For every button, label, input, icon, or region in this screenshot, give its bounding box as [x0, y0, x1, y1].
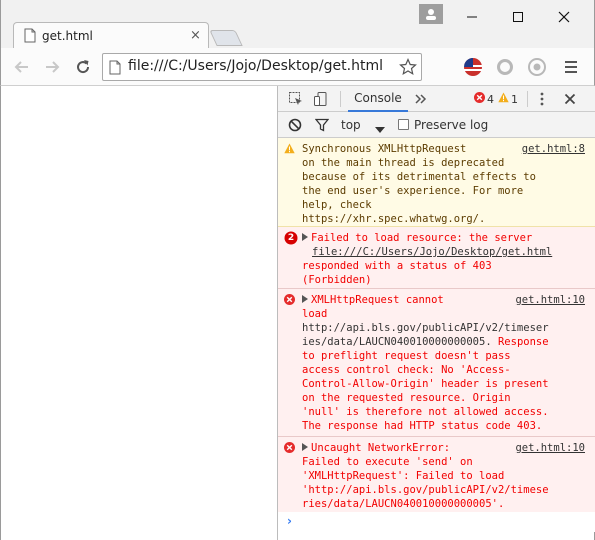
- close-devtools-icon[interactable]: [560, 89, 580, 109]
- warning-count-icon: [498, 92, 509, 106]
- warning-icon: [284, 143, 295, 158]
- error-repeat-badge: 2: [284, 231, 298, 249]
- reload-button[interactable]: [71, 55, 95, 79]
- web-page-content[interactable]: [0, 86, 277, 540]
- request-url-line[interactable]: ies/data/LAUCN040010000000005.: [302, 336, 492, 348]
- expand-triangle-icon[interactable]: [302, 443, 308, 451]
- console-error-message[interactable]: get.html:10 XMLHttpRequest cannot load h…: [278, 289, 595, 437]
- request-url-line[interactable]: http://api.bls.gov/publicAPI/v2/timeser: [302, 321, 589, 335]
- message-line: (Forbidden): [302, 274, 372, 286]
- chrome-menu-icon[interactable]: [560, 56, 582, 78]
- tab-title: get.html: [42, 29, 93, 43]
- expand-triangle-icon[interactable]: [302, 233, 308, 241]
- minimize-button[interactable]: [449, 0, 495, 34]
- tab-console[interactable]: Console: [348, 86, 408, 112]
- message-line: the end user's experience. For more: [302, 185, 524, 197]
- message-line: Response: [491, 336, 549, 348]
- message-line: Control-Allow-Origin' header is present: [302, 378, 549, 390]
- prompt-chevron-icon: ›: [287, 514, 292, 528]
- console-filter-bar: top Preserve log: [278, 112, 595, 138]
- forward-button[interactable]: [40, 55, 64, 79]
- message-line: because of its detrimental effects to: [302, 171, 536, 183]
- preserve-log-checkbox[interactable]: [398, 119, 409, 130]
- message-line: XMLHttpRequest cannot: [311, 294, 444, 306]
- message-line: 'null' is therefore not allowed access.: [302, 406, 549, 418]
- document-icon: [24, 28, 36, 46]
- message-line: Failed to load resource: the server: [311, 232, 533, 244]
- devtools-panel: Console 4 1 top Preserve log get.html:8 …: [277, 86, 595, 540]
- message-line: on the main thread is deprecated: [302, 157, 505, 169]
- extension-ring-icon[interactable]: [494, 56, 516, 78]
- resource-link[interactable]: file:///C:/Users/Jojo/Desktop/get.html: [312, 246, 552, 258]
- error-count-icon: [474, 92, 485, 106]
- console-prompt[interactable]: ›: [278, 512, 595, 532]
- browser-toolbar: file:///C:/Users/Jojo/Desktop/get.html: [0, 48, 595, 86]
- message-line: load: [302, 308, 328, 320]
- filter-icon[interactable]: [314, 118, 330, 135]
- inspect-element-icon[interactable]: [286, 89, 306, 109]
- error-icon: [284, 294, 295, 309]
- url-text: file:///C:/Users/Jojo/Desktop/get.html: [128, 58, 383, 74]
- error-icon: [284, 442, 295, 457]
- message-line: 'http://api.bls.gov/publicAPI/v2/timese: [302, 484, 549, 496]
- context-select[interactable]: top: [341, 118, 361, 132]
- source-link[interactable]: get.html:8: [522, 142, 585, 156]
- window-titlebar: get.html ×: [0, 0, 595, 49]
- toolbar-divider: [527, 91, 528, 107]
- source-link[interactable]: get.html:10: [515, 293, 585, 307]
- preserve-log-label: Preserve log: [414, 118, 489, 132]
- tab-close-icon[interactable]: ×: [190, 28, 201, 43]
- message-line: Failed to execute 'send' on: [302, 456, 473, 468]
- console-messages: get.html:8 Synchronous XMLHttpRequest on…: [278, 138, 595, 514]
- message-line: access control check: No 'Access-: [302, 364, 511, 376]
- console-warning-message[interactable]: get.html:8 Synchronous XMLHttpRequest on…: [278, 138, 595, 227]
- message-line: responded with a status of 403: [302, 260, 492, 272]
- message-line: https://xhr.spec.whatwg.org/.: [302, 213, 486, 225]
- console-error-message[interactable]: get.html:10 Uncaught NetworkError: Faile…: [278, 437, 595, 514]
- message-counts[interactable]: 4 1: [474, 92, 518, 106]
- console-error-message[interactable]: 2 Failed to load resource: the server fi…: [278, 227, 595, 289]
- expand-triangle-icon[interactable]: [302, 295, 308, 303]
- browser-tab[interactable]: get.html ×: [13, 22, 209, 49]
- clear-console-icon[interactable]: [288, 118, 302, 135]
- message-line: The response had HTTP status code 403.: [302, 420, 543, 432]
- message-line: ries/data/LAUCN040010000000005'.: [302, 498, 505, 510]
- error-count: 4: [487, 92, 494, 106]
- bookmark-star-icon[interactable]: [399, 58, 417, 79]
- source-link[interactable]: get.html:10: [515, 441, 585, 455]
- toolbar-divider: [340, 91, 341, 107]
- back-button[interactable]: [10, 55, 34, 79]
- address-bar[interactable]: file:///C:/Users/Jojo/Desktop/get.html: [102, 53, 422, 81]
- message-line: to preflight request doesn't pass: [302, 350, 511, 362]
- message-line: 'XMLHttpRequest': Failed to load: [302, 470, 505, 482]
- warning-count: 1: [511, 92, 518, 106]
- customize-menu-icon[interactable]: [532, 89, 552, 109]
- message-line: on the requested resource. Origin: [302, 392, 511, 404]
- extension-target-icon[interactable]: [526, 56, 548, 78]
- new-tab-button[interactable]: [209, 30, 243, 46]
- flag-extension-icon[interactable]: [462, 56, 484, 78]
- user-profile-icon[interactable]: [419, 4, 443, 24]
- message-line: Uncaught NetworkError:: [311, 442, 451, 454]
- devtools-tabbar: Console 4 1: [278, 86, 595, 112]
- close-window-button[interactable]: [541, 0, 587, 34]
- more-tabs-chevron-icon[interactable]: [411, 89, 431, 109]
- message-line: help, check: [302, 199, 372, 211]
- context-dropdown-arrow-icon[interactable]: [375, 122, 385, 136]
- device-toolbar-icon[interactable]: [311, 89, 331, 109]
- page-icon: [109, 60, 121, 78]
- maximize-button[interactable]: [495, 0, 541, 34]
